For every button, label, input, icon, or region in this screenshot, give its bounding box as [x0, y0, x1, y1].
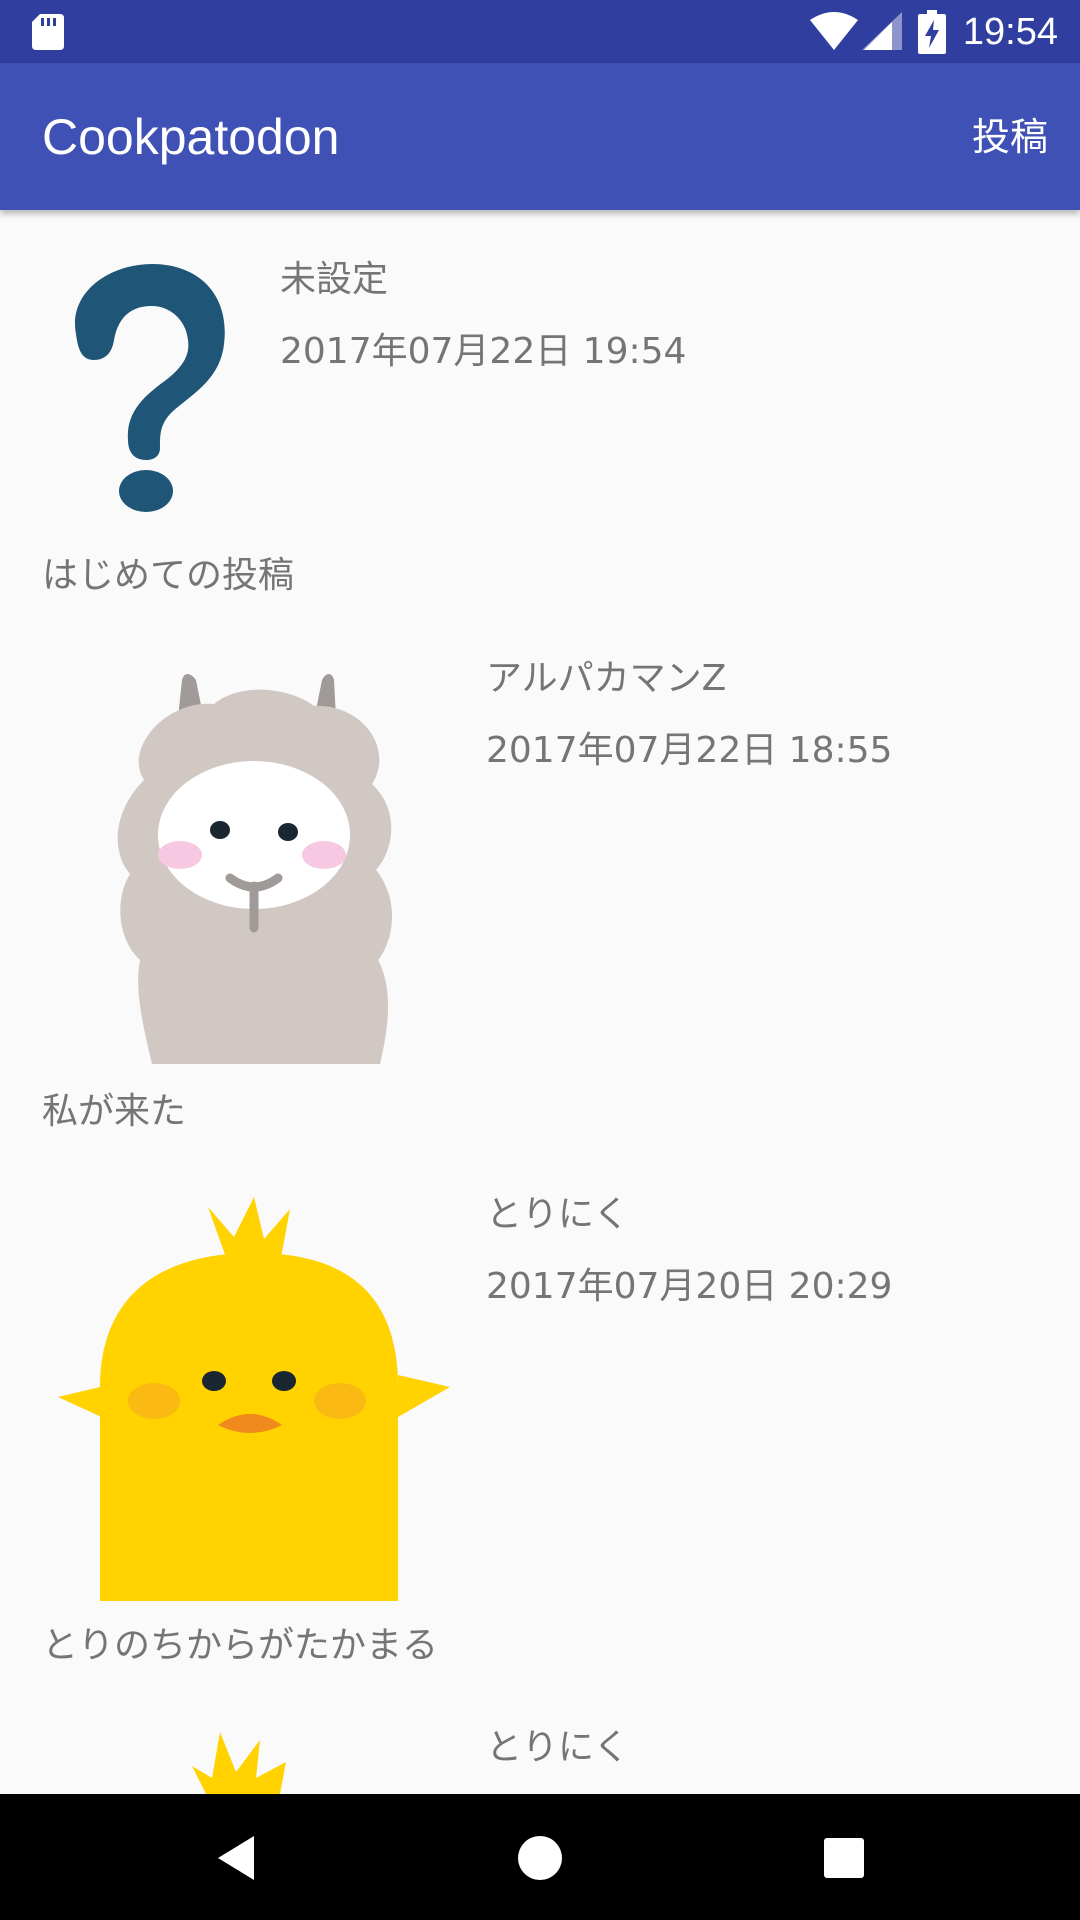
post-author: とりにく — [486, 1727, 630, 1768]
app-title: Cookpatodon — [42, 109, 340, 165]
battery-charging-icon — [918, 10, 946, 54]
timeline-feed[interactable]: 未設定 2017年07月22日 19:54 はじめての投稿 アルパカマンZ 20… — [0, 210, 1080, 1794]
status-bar: 19:54 — [0, 0, 1080, 63]
chick-avatar — [58, 1197, 450, 1601]
app-bar: Cookpatodon 投稿 — [0, 63, 1080, 210]
back-icon[interactable] — [206, 1828, 266, 1888]
list-item[interactable]: とりにく — [0, 1680, 1080, 1794]
post-body: はじめての投稿 — [42, 555, 295, 596]
post-timestamp: 2017年07月22日 19:54 — [280, 331, 687, 372]
post-author: とりにく — [486, 1194, 630, 1235]
chick-avatar — [192, 1732, 286, 1794]
sd-card-icon — [32, 14, 64, 50]
list-item[interactable]: 未設定 2017年07月22日 19:54 はじめての投稿 — [0, 210, 1080, 610]
screen: 19:54 Cookpatodon 投稿 未設定 2017年07月22日 19:… — [0, 0, 1080, 1920]
navigation-bar — [0, 1794, 1080, 1920]
post-timestamp: 2017年07月20日 20:29 — [486, 1266, 893, 1307]
recents-icon[interactable] — [814, 1828, 874, 1888]
post-button[interactable]: 投稿 — [972, 109, 1048, 165]
home-icon[interactable] — [510, 1828, 570, 1888]
status-clock: 19:54 — [962, 11, 1058, 53]
cell-signal-icon — [862, 12, 902, 50]
wifi-icon — [810, 12, 858, 50]
post-body: とりのちからがたかまる — [42, 1625, 439, 1666]
list-item[interactable]: とりにく 2017年07月20日 20:29 とりのちからがたかまる — [0, 1145, 1080, 1680]
alpaca-avatar — [117, 674, 393, 1064]
list-item[interactable]: アルパカマンZ 2017年07月22日 18:55 私が来た — [0, 610, 1080, 1145]
question-mark-icon — [75, 264, 225, 512]
post-author: アルパカマンZ — [486, 658, 727, 699]
post-timestamp: 2017年07月22日 18:55 — [486, 730, 893, 771]
post-author: 未設定 — [280, 259, 389, 300]
post-body: 私が来た — [42, 1091, 187, 1132]
